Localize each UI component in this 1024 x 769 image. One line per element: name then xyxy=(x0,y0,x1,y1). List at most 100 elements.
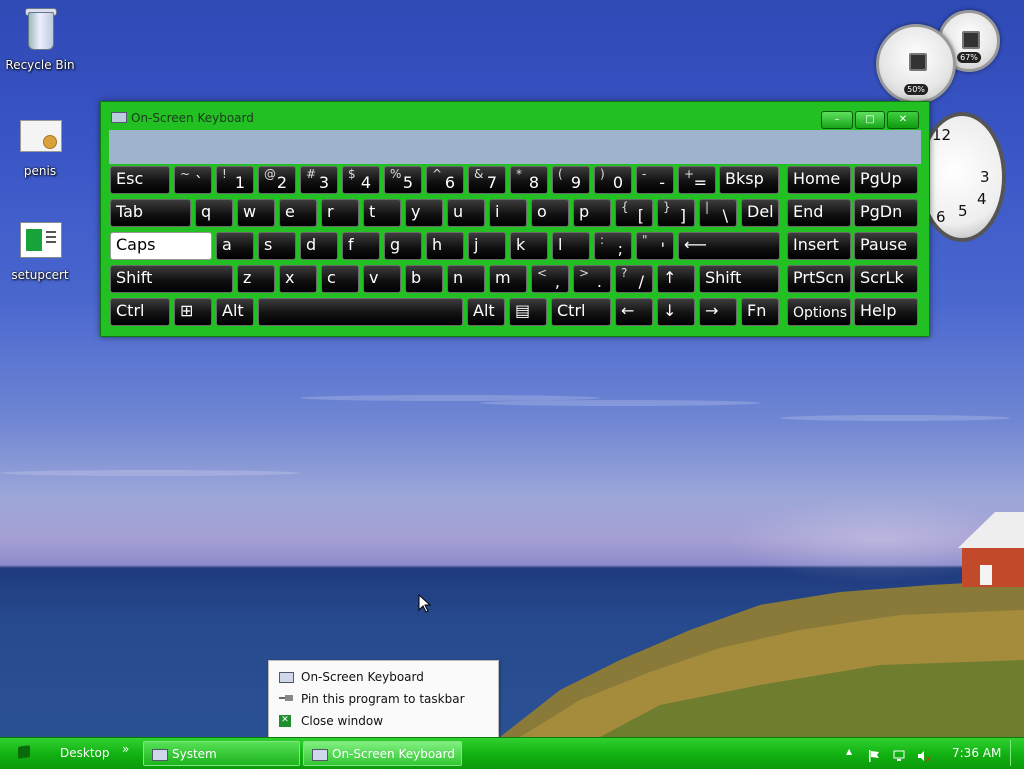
key-home[interactable]: Home xyxy=(787,166,851,194)
key-8[interactable]: * 8 xyxy=(510,166,548,194)
key-w[interactable]: w xyxy=(237,199,275,227)
key-\[interactable]: | \ xyxy=(699,199,737,227)
key-,[interactable]: <, xyxy=(531,265,569,293)
taskbar-button-on-screen-keyboard[interactable]: On-Screen Keyboard xyxy=(303,741,462,766)
key-fn[interactable]: Fn xyxy=(741,298,779,326)
key-f[interactable]: f xyxy=(342,232,380,260)
key-j[interactable]: j xyxy=(468,232,506,260)
key-tab[interactable]: Tab xyxy=(110,199,191,227)
key-t[interactable]: t xyxy=(363,199,401,227)
toolbar-overflow-chevron[interactable]: » xyxy=(122,742,129,756)
key-7[interactable]: & 7 xyxy=(468,166,506,194)
key-bksp[interactable]: Bksp xyxy=(719,166,779,194)
key-'[interactable]: " ' xyxy=(636,232,674,260)
key-pgdn[interactable]: PgDn xyxy=(854,199,918,227)
key-y[interactable]: y xyxy=(405,199,443,227)
maximize-button[interactable]: □ xyxy=(855,111,885,129)
key-options[interactable]: Options xyxy=(787,298,851,326)
key-help[interactable]: Help xyxy=(854,298,918,326)
key-c[interactable]: c xyxy=(321,265,359,293)
key-v[interactable]: v xyxy=(363,265,401,293)
system-clock[interactable]: 7:36 AM xyxy=(952,746,1001,760)
key-h[interactable]: h xyxy=(426,232,464,260)
key-ctrl[interactable]: Ctrl xyxy=(551,298,611,326)
key-a[interactable]: a xyxy=(216,232,254,260)
key-shift[interactable]: Shift xyxy=(110,265,233,293)
key-scrlk[interactable]: ScrLk xyxy=(854,265,918,293)
key-←[interactable]: ← xyxy=(615,298,653,326)
key-r[interactable]: r xyxy=(321,199,359,227)
desktop-icon-certificate[interactable]: penis xyxy=(0,112,80,178)
key-.[interactable]: >. xyxy=(573,265,611,293)
key-↑[interactable]: ↑ xyxy=(657,265,695,293)
key-caps[interactable]: Caps xyxy=(110,232,212,260)
key-esc[interactable]: Esc xyxy=(110,166,170,194)
key-9[interactable]: (9 xyxy=(552,166,590,194)
key-i[interactable]: i xyxy=(489,199,527,227)
key-space[interactable] xyxy=(258,298,463,326)
taskbar-button-system[interactable]: System xyxy=(143,741,300,766)
clock-gadget[interactable]: 12 3 4 5 6 xyxy=(918,112,1006,242)
key-z[interactable]: z xyxy=(237,265,275,293)
network-icon[interactable] xyxy=(893,747,905,761)
key-0[interactable]: ) 0 xyxy=(594,166,632,194)
key-`[interactable]: ~ ` xyxy=(174,166,212,194)
key-pgup[interactable]: PgUp xyxy=(854,166,918,194)
key-m[interactable]: m xyxy=(489,265,527,293)
key-alt[interactable]: Alt xyxy=(216,298,254,326)
key-p[interactable]: p xyxy=(573,199,611,227)
desktop-toolbar-label[interactable]: Desktop xyxy=(60,746,110,760)
volume-muted-icon[interactable]: ✕ xyxy=(917,747,932,764)
key-x[interactable]: x xyxy=(279,265,317,293)
key-⊞[interactable]: ⊞ xyxy=(174,298,212,326)
key-pause[interactable]: Pause xyxy=(854,232,918,260)
title-bar[interactable]: On-Screen Keyboard – □ ✕ xyxy=(101,102,929,130)
key-[[interactable]: {[ xyxy=(615,199,653,227)
key-ctrl[interactable]: Ctrl xyxy=(110,298,170,326)
key-u[interactable]: u xyxy=(447,199,485,227)
menu-item-pin-to-taskbar[interactable]: Pin this program to taskbar xyxy=(269,688,496,710)
key-l[interactable]: l xyxy=(552,232,590,260)
key-6[interactable]: ^ 6 xyxy=(426,166,464,194)
key-→[interactable]: → xyxy=(699,298,737,326)
key-⟵[interactable]: ⟵ xyxy=(678,232,780,260)
key-↓[interactable]: ↓ xyxy=(657,298,695,326)
key-=[interactable]: + = xyxy=(678,166,716,194)
menu-item-close-window[interactable]: ✕ Close window xyxy=(269,710,496,732)
cpu-meter-gadget[interactable]: 50% xyxy=(876,24,956,104)
key--[interactable]: -- xyxy=(636,166,674,194)
minimize-button[interactable]: – xyxy=(821,111,853,129)
key-2[interactable]: @2 xyxy=(258,166,296,194)
key-/[interactable]: ? / xyxy=(615,265,653,293)
key-e[interactable]: e xyxy=(279,199,317,227)
key-s[interactable]: s xyxy=(258,232,296,260)
key-del[interactable]: Del xyxy=(741,199,779,227)
on-screen-keyboard-window[interactable]: On-Screen Keyboard – □ ✕ Esc ~ `! 1 @2 #3 $4% 5… xyxy=(100,101,930,337)
key-o[interactable]: o xyxy=(531,199,569,227)
key-q[interactable]: q xyxy=(195,199,233,227)
key-g[interactable]: g xyxy=(384,232,422,260)
key-b[interactable]: b xyxy=(405,265,443,293)
show-hidden-icons-button[interactable]: ▲ xyxy=(846,747,852,756)
key-5[interactable]: % 5 xyxy=(384,166,422,194)
key-▤[interactable]: ▤ xyxy=(509,298,547,326)
key-][interactable]: }] xyxy=(657,199,695,227)
key-d[interactable]: d xyxy=(300,232,338,260)
key-3[interactable]: #3 xyxy=(300,166,338,194)
key-;[interactable]: :; xyxy=(594,232,632,260)
key-insert[interactable]: Insert xyxy=(787,232,851,260)
desktop-icon-setupcert[interactable]: setupcert xyxy=(0,216,80,282)
menu-item-on-screen-keyboard[interactable]: On-Screen Keyboard xyxy=(269,666,496,688)
close-button[interactable]: ✕ xyxy=(887,111,919,129)
key-1[interactable]: ! 1 xyxy=(216,166,254,194)
key-k[interactable]: k xyxy=(510,232,548,260)
start-button[interactable] xyxy=(6,741,46,765)
show-desktop-button[interactable] xyxy=(1010,740,1023,766)
key-n[interactable]: n xyxy=(447,265,485,293)
key-4[interactable]: $4 xyxy=(342,166,380,194)
key-prtscn[interactable]: PrtScn xyxy=(787,265,851,293)
action-center-flag-icon[interactable] xyxy=(868,747,880,762)
key-alt[interactable]: Alt xyxy=(467,298,505,326)
key-end[interactable]: End xyxy=(787,199,851,227)
desktop-icon-recycle-bin[interactable]: Recycle Bin xyxy=(0,6,80,72)
